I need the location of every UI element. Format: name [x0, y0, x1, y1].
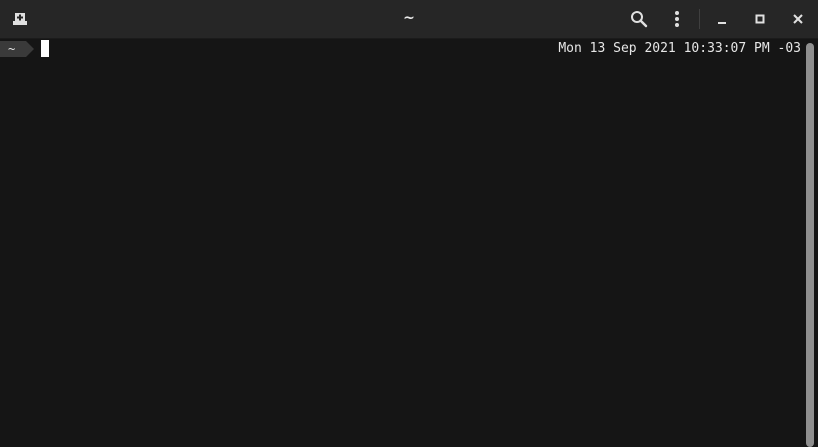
window-title: ~	[403, 10, 415, 26]
search-button[interactable]	[626, 6, 652, 32]
terminal-window: ~ ~ Mon 13 Sep 2021 10:33:07 PM -03	[0, 0, 818, 447]
text-cursor	[41, 40, 49, 57]
titlebar-separator	[699, 9, 700, 29]
minimize-button[interactable]	[709, 6, 735, 32]
header-bar: ~	[0, 0, 818, 39]
minimize-icon	[718, 22, 726, 24]
prompt-arrow-icon	[26, 41, 34, 57]
kebab-menu-icon	[675, 11, 679, 27]
menu-button[interactable]	[664, 6, 690, 32]
prompt-clock: Mon 13 Sep 2021 10:33:07 PM -03	[558, 41, 801, 56]
close-button[interactable]	[785, 6, 811, 32]
search-icon	[631, 11, 648, 28]
terminal-area[interactable]: ~ Mon 13 Sep 2021 10:33:07 PM -03	[0, 39, 804, 447]
prompt-directory: ~	[0, 41, 26, 57]
maximize-button[interactable]	[747, 6, 773, 32]
close-icon	[793, 14, 803, 24]
maximize-icon	[755, 14, 765, 24]
scrollbar-thumb[interactable]	[806, 43, 814, 447]
